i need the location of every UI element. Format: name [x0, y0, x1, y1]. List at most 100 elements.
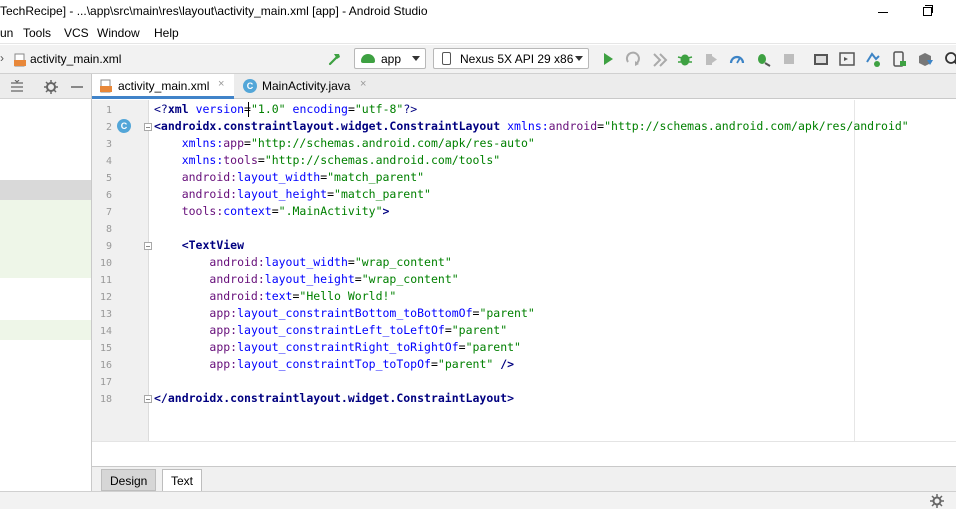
restore-icon[interactable] — [921, 3, 935, 17]
tab-activity-main-xml[interactable]: activity_main.xml × — [92, 74, 234, 99]
attr-name: tools — [223, 153, 258, 167]
menu-vcs[interactable]: VCS — [64, 26, 89, 40]
tab-label: activity_main.xml — [118, 79, 210, 93]
java-class-gutter-icon[interactable]: C — [117, 119, 131, 133]
attr-namespace: android: — [209, 272, 265, 286]
attr-namespace: app: — [209, 323, 238, 337]
code-editor[interactable]: 1 2 3 4 5 6 7 8 9 10 11 12 13 14 15 16 1… — [92, 100, 956, 466]
project-tree-selected-row[interactable] — [0, 180, 91, 200]
sdk-manager-icon[interactable] — [916, 50, 934, 68]
attr-name: layout_constraintTop_toTopOf — [237, 357, 431, 371]
gear-icon[interactable] — [930, 494, 944, 508]
device-selector[interactable]: Nexus 5X API 29 x86 — [433, 48, 589, 69]
pi-close: ?> — [403, 102, 418, 116]
xml-file-icon — [100, 79, 112, 93]
attr-name: layout_constraintRight_toRightOf — [237, 340, 459, 354]
attr-name: layout_height — [237, 187, 328, 201]
attr-value: "1.0" — [250, 102, 286, 116]
code-line-6: android:layout_height="match_parent" — [181, 187, 431, 201]
line-number-gutter: 1 2 3 4 5 6 7 8 9 10 11 12 13 14 15 16 1… — [92, 100, 149, 441]
attr-name: layout_constraintBottom_toBottomOf — [237, 306, 473, 320]
tag-close: </androidx.constraintlayout.widget.Const… — [154, 391, 515, 405]
attr-namespace: android: — [181, 170, 238, 184]
line-number: 10 — [99, 258, 112, 269]
pi-open: <? — [154, 102, 168, 116]
profile-icon[interactable] — [728, 50, 746, 68]
status-bar — [0, 491, 956, 509]
line-number: 14 — [99, 326, 112, 337]
attr-namespace: xmlns: — [181, 153, 224, 167]
project-tree-changed-row[interactable] — [0, 320, 91, 340]
close-icon[interactable]: × — [218, 78, 224, 90]
code-line-14: app:layout_constraintLeft_toLeftOf="pare… — [209, 323, 508, 337]
fold-marker-icon[interactable] — [144, 395, 152, 403]
line-number: 5 — [105, 173, 112, 184]
attr-value: "Hello World!" — [299, 289, 397, 303]
attr-value: "parent" — [479, 306, 535, 320]
project-tree-changed-rows[interactable] — [0, 200, 91, 278]
gear-icon[interactable] — [44, 80, 58, 94]
attr-name: encoding — [292, 102, 348, 116]
breadcrumb-separator: › — [0, 51, 4, 65]
phone-icon — [442, 52, 451, 65]
layout-inspector-icon[interactable] — [838, 50, 856, 68]
attr-namespace: tools: — [181, 204, 224, 218]
code-line-2: <androidx.constraintlayout.widget.Constr… — [154, 119, 909, 133]
code-line-4: xmlns:tools="http://schemas.android.com/… — [181, 153, 501, 167]
attach-debugger-icon[interactable] — [754, 50, 772, 68]
code-line-11: android:layout_height="wrap_content" — [209, 272, 459, 286]
close-icon[interactable]: × — [360, 78, 366, 90]
attr-namespace: android: — [209, 255, 265, 269]
navigation-toolbar: › activity_main.xml app Nexus 5X API 29 … — [0, 45, 956, 74]
line-number: 8 — [105, 224, 112, 235]
apply-code-changes-icon[interactable] — [651, 50, 669, 68]
tab-mainactivity-java[interactable]: C MainActivity.java × — [235, 74, 373, 99]
code-line-9: <TextView — [154, 237, 244, 254]
sync-gradle-icon[interactable] — [864, 50, 882, 68]
menu-run[interactable]: un — [0, 26, 13, 40]
menu-bar: un Tools VCS Window Help — [0, 23, 956, 44]
layout-mode-tabs: Design Text — [92, 466, 956, 491]
device-selector-label: Nexus 5X API 29 x86 — [460, 52, 574, 66]
attr-namespace: android: — [181, 187, 238, 201]
xml-file-icon — [14, 53, 26, 67]
apply-changes-icon[interactable] — [624, 50, 642, 68]
fold-marker-icon[interactable] — [144, 242, 152, 250]
menu-help[interactable]: Help — [154, 26, 179, 40]
editor-tab-bar: activity_main.xml × C MainActivity.java … — [92, 74, 956, 99]
line-number: 17 — [99, 377, 112, 388]
attr-namespace: app: — [209, 357, 238, 371]
line-number: 12 — [99, 292, 112, 303]
line-number: 18 — [99, 394, 112, 405]
attr-value: "wrap_content" — [354, 255, 452, 269]
stop-icon[interactable] — [780, 50, 798, 68]
window-title: TechRecipe] - ...\app\src\main\res\layou… — [0, 4, 428, 18]
code-line-1: <?xml version="1.0" encoding="utf-8"?> — [154, 102, 418, 116]
text-caret — [248, 102, 249, 117]
menu-tools[interactable]: Tools — [23, 26, 51, 40]
search-icon[interactable] — [943, 50, 956, 68]
module-selector[interactable]: app — [354, 48, 426, 69]
attr-name: layout_constraintLeft_toLeftOf — [237, 323, 445, 337]
line-number: 2 — [105, 122, 112, 133]
attr-name: context — [223, 204, 272, 218]
breadcrumb-file[interactable]: activity_main.xml — [30, 52, 121, 66]
minimize-icon[interactable] — [876, 3, 890, 17]
avd-manager-icon[interactable] — [890, 50, 908, 68]
code-line-18: </androidx.constraintlayout.widget.Const… — [154, 390, 514, 407]
menu-window[interactable]: Window — [97, 26, 140, 40]
fold-marker-icon[interactable] — [144, 123, 152, 131]
code-line-3: xmlns:app="http://schemas.android.com/ap… — [181, 136, 535, 150]
run-icon[interactable] — [599, 50, 617, 68]
hammer-icon[interactable] — [327, 51, 343, 67]
hide-icon[interactable] — [70, 80, 84, 94]
debug-icon[interactable] — [676, 50, 694, 68]
tab-design[interactable]: Design — [101, 469, 157, 491]
attr-namespace: app: — [209, 340, 238, 354]
run-with-coverage-icon[interactable] — [702, 50, 720, 68]
line-number: 9 — [105, 241, 112, 252]
project-structure-icon[interactable] — [812, 50, 830, 68]
tab-text[interactable]: Text — [162, 469, 203, 491]
code-line-7: tools:context=".MainActivity"> — [181, 204, 390, 218]
collapse-all-icon[interactable] — [10, 80, 24, 94]
